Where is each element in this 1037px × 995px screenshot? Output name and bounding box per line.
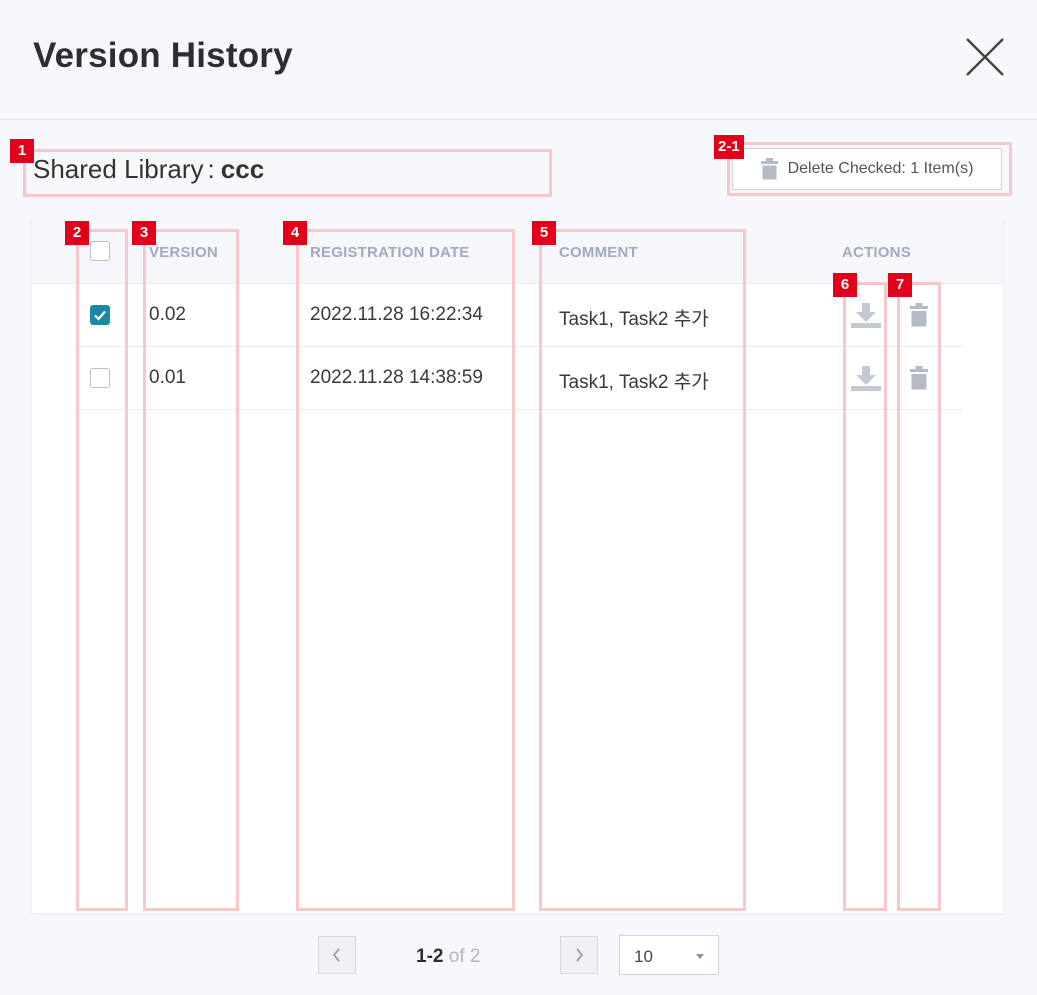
trash-icon <box>760 158 778 180</box>
prev-page-button[interactable] <box>318 936 356 974</box>
shared-library-name: ccc <box>220 154 265 184</box>
cell-registration-date: 2022.11.28 14:38:59 <box>310 367 483 388</box>
column-header-registration-date[interactable]: REGISTRATION DATE <box>310 244 470 261</box>
annotation-tag: 2-1 <box>714 135 744 159</box>
page-size-select[interactable]: 10 <box>619 935 719 975</box>
annotation-tag: 2 <box>65 221 89 245</box>
table-row: 0.02 2022.11.28 16:22:34 Task1, Task2 추가 <box>74 284 963 347</box>
check-icon <box>93 310 106 321</box>
close-icon <box>966 38 1004 76</box>
cell-version: 0.02 <box>149 304 186 325</box>
annotation-tag: 7 <box>888 273 912 297</box>
download-button[interactable] <box>850 366 882 397</box>
shared-library-info: Shared Library: ccc <box>33 154 264 185</box>
pagination-total: 2 <box>469 946 481 967</box>
close-button[interactable] <box>964 36 1006 78</box>
cell-version: 0.01 <box>149 367 186 388</box>
delete-row-button[interactable] <box>910 366 928 395</box>
dialog-title: Version History <box>33 36 293 75</box>
row-checkbox[interactable] <box>90 305 110 325</box>
pagination-range: 1-2 <box>416 946 444 967</box>
delete-checked-label: Delete Checked: 1 Item(s) <box>787 160 974 177</box>
annotation-tag: 1 <box>10 139 34 163</box>
shared-library-separator: : <box>207 154 215 184</box>
select-all-checkbox[interactable] <box>90 241 110 261</box>
table-header: VERSION REGISTRATION DATE COMMENT ACTION… <box>32 220 1003 284</box>
version-table: VERSION REGISTRATION DATE COMMENT ACTION… <box>32 220 1003 913</box>
annotation-tag: 5 <box>532 221 556 245</box>
column-header-version[interactable]: VERSION <box>149 244 218 261</box>
download-icon <box>851 303 881 328</box>
row-checkbox[interactable] <box>90 368 110 388</box>
pagination-info: 1-2 of 2 <box>416 946 480 968</box>
pagination-of: of <box>448 946 465 967</box>
shared-library-label: Shared Library <box>33 154 204 184</box>
dialog-header: Version History <box>0 0 1037 120</box>
cell-comment: Task1, Task2 추가 <box>559 309 709 330</box>
download-button[interactable] <box>850 303 882 334</box>
caret-down-icon <box>696 954 704 959</box>
download-icon <box>851 366 881 391</box>
delete-checked-button[interactable]: Delete Checked: 1 Item(s) <box>732 148 1002 190</box>
trash-icon <box>910 303 928 327</box>
chevron-right-icon <box>576 948 584 962</box>
trash-icon <box>910 366 928 390</box>
cell-comment: Task1, Task2 추가 <box>559 372 709 393</box>
annotation-tag: 4 <box>283 221 307 245</box>
chevron-left-icon <box>332 948 340 962</box>
column-header-comment[interactable]: COMMENT <box>559 244 638 261</box>
table-row: 0.01 2022.11.28 14:38:59 Task1, Task2 추가 <box>74 347 963 410</box>
annotation-tag: 6 <box>833 273 857 297</box>
page-size-value: 10 <box>634 947 653 966</box>
annotation-tag: 3 <box>132 221 156 245</box>
column-header-actions: ACTIONS <box>842 244 911 261</box>
next-page-button[interactable] <box>560 936 598 974</box>
delete-row-button[interactable] <box>910 303 928 332</box>
cell-registration-date: 2022.11.28 16:22:34 <box>310 304 483 325</box>
